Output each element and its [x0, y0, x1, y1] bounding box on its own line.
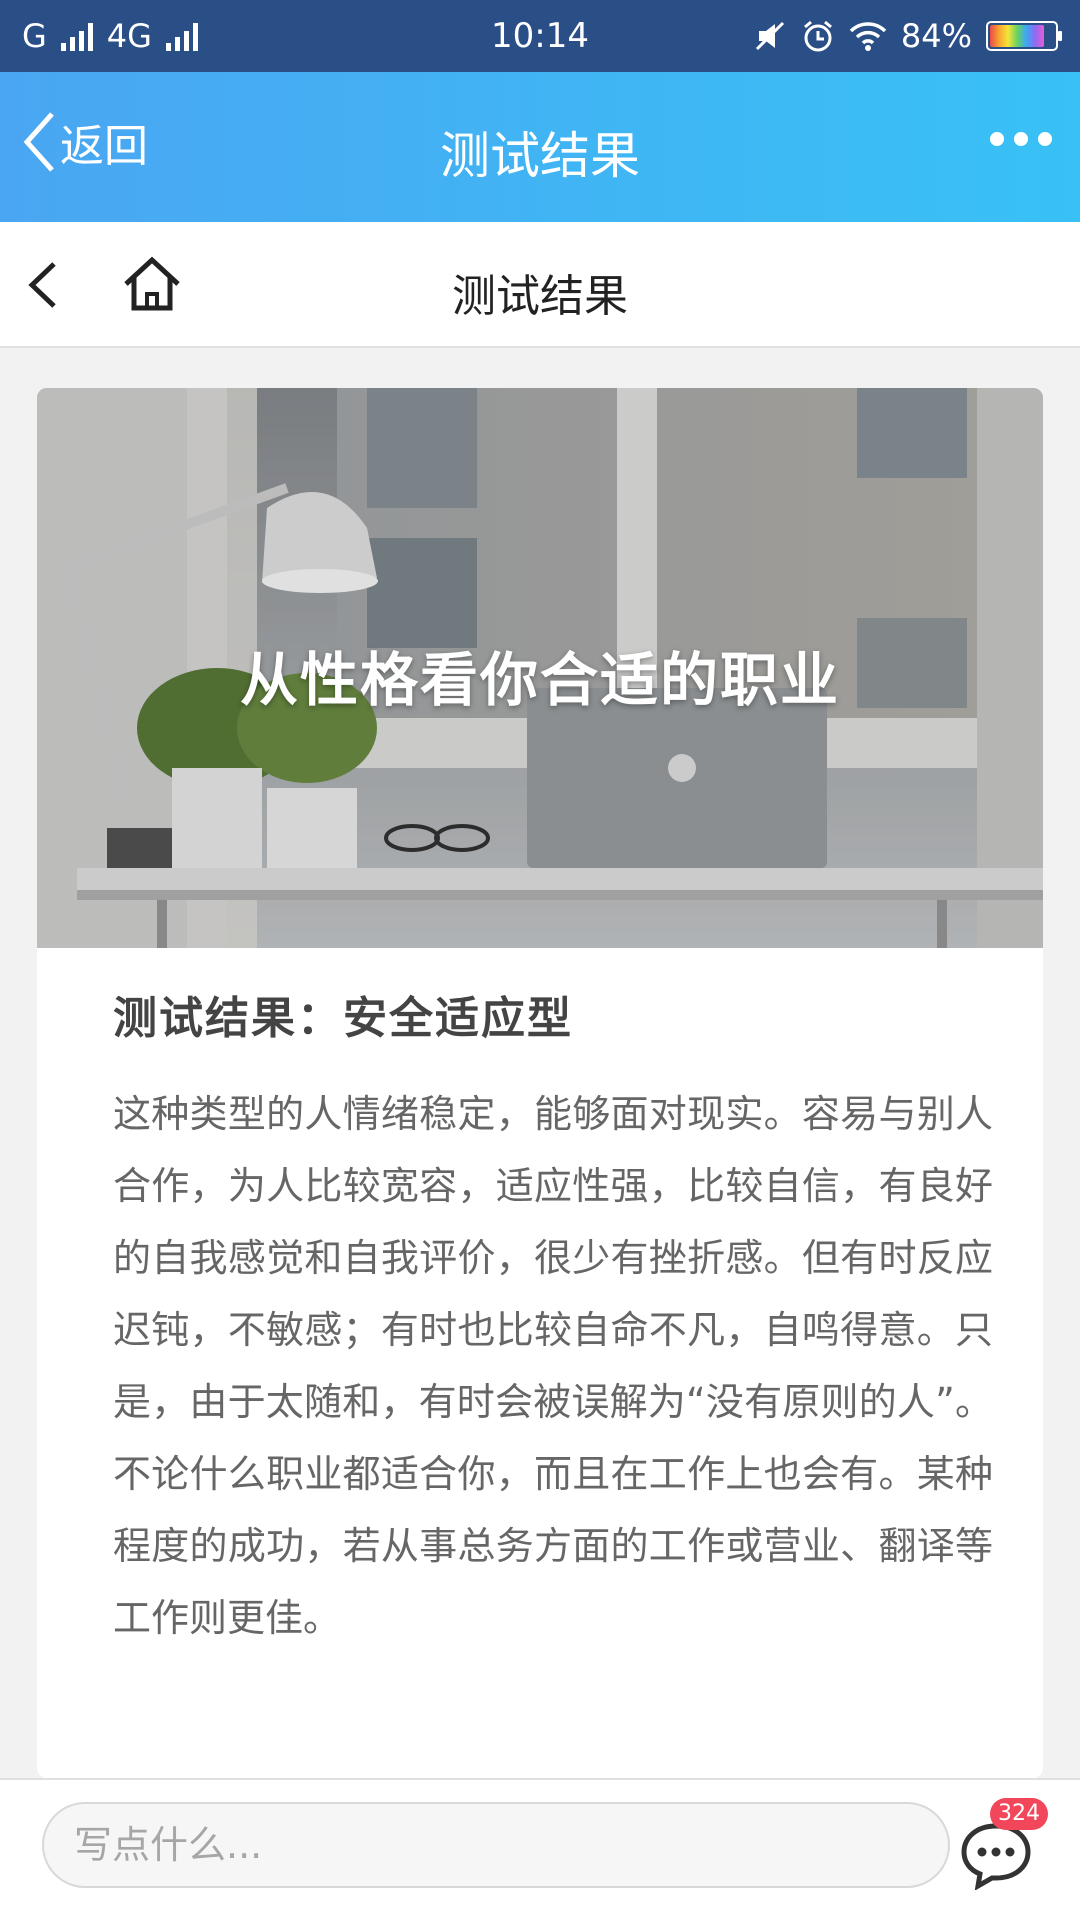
mute-icon	[755, 21, 784, 51]
status-left: G 4G	[22, 17, 198, 55]
comment-input[interactable]	[42, 1802, 950, 1888]
hero-image: 从性格看你合适的职业	[37, 388, 1043, 948]
hero-title: 从性格看你合适的职业	[239, 646, 840, 714]
battery-icon	[986, 21, 1062, 51]
more-dots-icon[interactable]	[990, 132, 1052, 146]
result-body: 这种类型的人情绪稳定，能够面对现实。容易与别人合作，为人比较宽容，适应性强，比较…	[113, 1092, 993, 1640]
chevron-left-icon	[23, 112, 54, 172]
title-bar: 返回 测试结果	[0, 72, 1080, 222]
page-title: 测试结果	[440, 127, 640, 185]
home-icon[interactable]	[120, 252, 184, 316]
wifi-icon	[849, 22, 887, 51]
chat-bubble-icon[interactable]	[958, 1820, 1034, 1890]
signal-icon	[60, 21, 93, 51]
notification-badge: 324	[990, 1798, 1048, 1830]
status-bar: G 4G 10:14 84%	[0, 0, 1080, 72]
chevron-left-icon[interactable]	[24, 260, 68, 310]
result-card: 从性格看你合适的职业 测试结果：安全适应型 这种类型的人情绪稳定，能够面对现实。…	[37, 388, 1043, 1778]
network-label: 4G	[106, 17, 152, 55]
signal-icon	[165, 21, 198, 51]
result-heading: 测试结果：安全适应型	[113, 993, 573, 1044]
sub-header: 测试结果	[0, 222, 1080, 348]
carrier-label: G	[22, 17, 47, 55]
status-right: 84%	[753, 17, 1062, 55]
back-label: 返回	[60, 121, 148, 172]
back-button[interactable]: 返回	[22, 110, 148, 174]
alarm-icon	[803, 20, 832, 52]
comment-bar: 324	[0, 1778, 1080, 1920]
battery-percent: 84%	[900, 17, 972, 55]
battery-level	[990, 25, 1044, 47]
